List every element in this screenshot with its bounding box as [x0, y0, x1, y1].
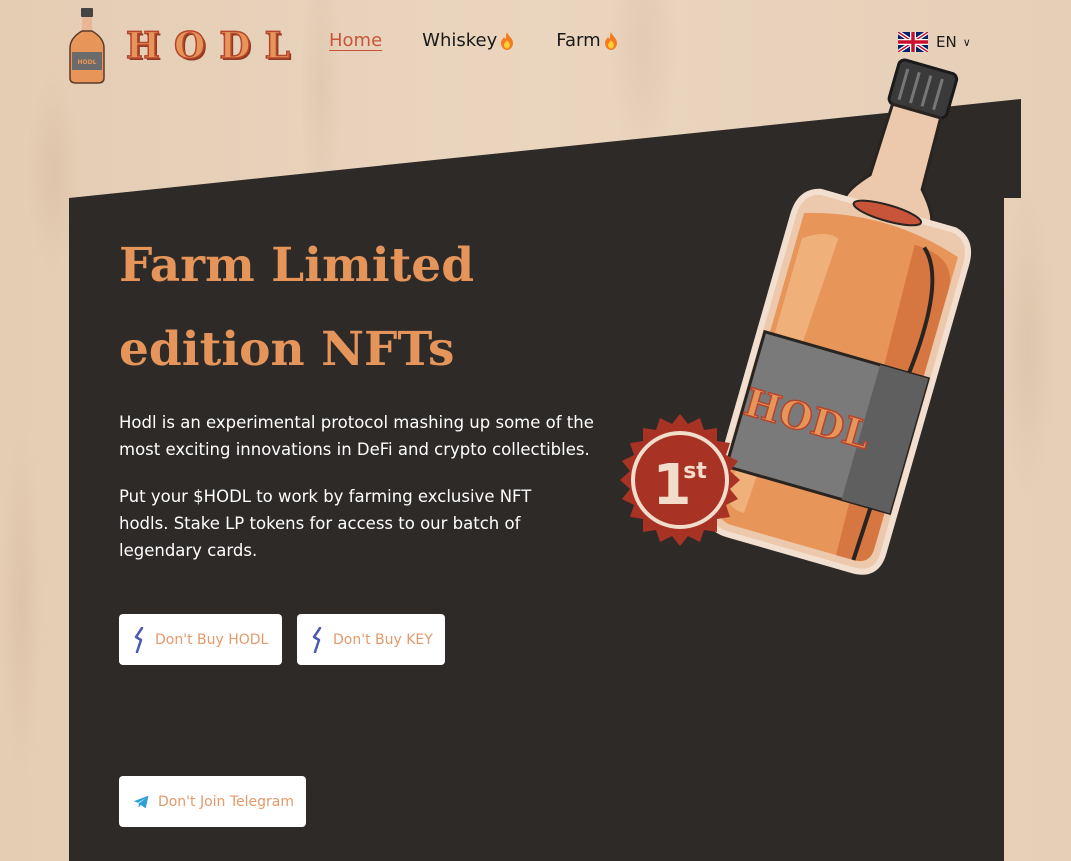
join-telegram-label: Don't Join Telegram [157, 793, 294, 810]
swap-icon [312, 626, 322, 653]
first-place-badge: 1 st [620, 414, 740, 546]
buy-key-button[interactable]: Don't Buy KEY [297, 614, 445, 665]
uk-flag-icon [898, 32, 928, 52]
badge-suffix: st [683, 459, 707, 484]
join-telegram-button[interactable]: Don't Join Telegram [119, 776, 306, 827]
fire-icon [604, 31, 617, 50]
hero-title: Farm Limited edition NFTs [119, 224, 619, 392]
nav-item-farm[interactable]: Farm [556, 30, 619, 51]
hero-title-line2: edition NFTs [119, 322, 455, 377]
language-selector[interactable]: EN ∨ [898, 32, 971, 52]
nav-item-whiskey-label: Whiskey [422, 30, 498, 51]
logo-bottle-label: HODL [78, 59, 97, 66]
buy-hodl-label: Don't Buy HODL [155, 631, 269, 648]
fire-icon [501, 31, 514, 50]
telegram-icon [133, 795, 149, 808]
hero-farming-description: Put your $HODL to work by farming exclus… [119, 487, 532, 560]
nav-item-home[interactable]: Home [329, 30, 382, 51]
nav-item-home-label: Home [329, 30, 383, 51]
swap-icon [134, 626, 144, 653]
nav-item-whiskey[interactable]: Whiskey [422, 30, 516, 51]
language-code: EN [936, 33, 957, 51]
logo-text: HODL [125, 24, 304, 68]
hero-description: Hodl is an experimental protocol mashing… [119, 413, 594, 459]
hero-title-line1: Farm Limited [119, 238, 475, 293]
logo[interactable]: HODL HODL [66, 8, 304, 84]
buy-key-label: Don't Buy KEY [333, 631, 433, 648]
main-nav: Home Whiskey Farm [329, 30, 620, 51]
buy-hodl-button[interactable]: Don't Buy HODL [119, 614, 282, 665]
chevron-down-icon: ∨ [962, 35, 971, 49]
whiskey-bottle-logo-icon: HODL [69, 8, 105, 84]
nav-item-farm-label: Farm [556, 30, 601, 51]
